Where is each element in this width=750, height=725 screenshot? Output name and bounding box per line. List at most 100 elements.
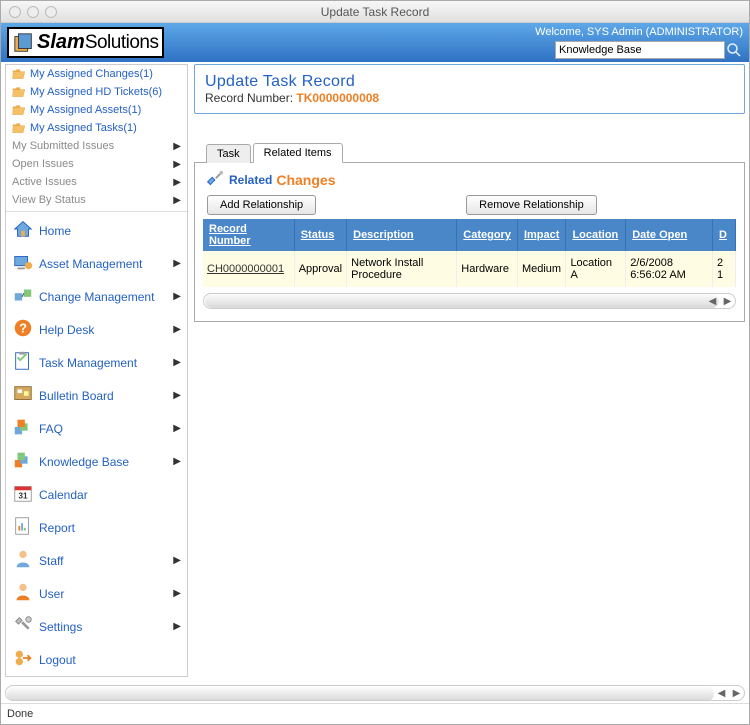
- column-header-date-open[interactable]: Date Open: [626, 219, 713, 251]
- minimize-window-button[interactable]: [27, 6, 39, 18]
- nav-faq[interactable]: FAQ▶: [6, 412, 187, 445]
- cell-location: Location A: [566, 251, 626, 287]
- cell-status: Approval: [294, 251, 346, 287]
- sidebar-sublink-2[interactable]: Active Issues▶: [6, 173, 187, 191]
- sidebar-quicklink-3[interactable]: My Assigned Tasks(1): [6, 119, 187, 137]
- related-table: Record NumberStatusDescriptionCategoryIm…: [203, 219, 736, 287]
- nav-asset-management[interactable]: Asset Management▶: [6, 247, 187, 280]
- nav-icon: [12, 251, 34, 276]
- nav-label: Task Management: [39, 356, 137, 370]
- cell-record-number[interactable]: CH0000000001: [203, 251, 294, 287]
- scroll-right-button[interactable]: ▶: [729, 686, 744, 700]
- nav-icon: [12, 515, 34, 540]
- sidebar-sublink-3[interactable]: View By Status ▶: [6, 191, 187, 209]
- nav-icon: [12, 284, 34, 309]
- scroll-left-button[interactable]: ◀: [714, 686, 729, 700]
- scroll-right-button[interactable]: ▶: [720, 294, 735, 308]
- column-header-d[interactable]: D: [713, 219, 736, 251]
- tabs: Task Related Items: [194, 142, 745, 163]
- chevron-right-icon: ▶: [173, 555, 181, 566]
- header-banner: SlamSolutions Welcome, SYS Admin (ADMINI…: [1, 23, 749, 62]
- body-area: My Assigned Changes(1) My Assigned HD Tic…: [1, 62, 749, 681]
- search-wrap: [555, 41, 743, 59]
- record-number-value: TK0000000008: [296, 91, 379, 105]
- column-header-status[interactable]: Status: [294, 219, 346, 251]
- nav-help-desk[interactable]: ?Help Desk▶: [6, 313, 187, 346]
- record-header-panel: Update Task Record Record Number: TK0000…: [194, 64, 745, 114]
- window-horizontal-scrollbar[interactable]: ◀ ▶: [5, 685, 745, 701]
- column-header-location[interactable]: Location: [566, 219, 626, 251]
- scrollbar-thumb[interactable]: [205, 294, 719, 308]
- titlebar: Update Task Record: [1, 1, 749, 23]
- table-horizontal-scrollbar[interactable]: ◀ ▶: [203, 293, 736, 309]
- nav-icon: [12, 647, 34, 672]
- sidebar-sublink-label: My Submitted Issues: [12, 140, 114, 152]
- nav-knowledge-base[interactable]: Knowledge Base▶: [6, 445, 187, 478]
- sidebar-sublink-0[interactable]: My Submitted Issues ▶: [6, 137, 187, 155]
- nav-label: User: [39, 587, 64, 601]
- nav-change-management[interactable]: Change Management ▶: [6, 280, 187, 313]
- nav-icon: ?: [12, 317, 34, 342]
- nav-calendar[interactable]: 31 Calendar: [6, 478, 187, 511]
- chevron-right-icon: ▶: [173, 195, 181, 206]
- column-header-impact[interactable]: Impact: [517, 219, 565, 251]
- logo-icon: [13, 32, 35, 54]
- chevron-right-icon: ▶: [173, 588, 181, 599]
- column-header-category[interactable]: Category: [457, 219, 518, 251]
- nav-label: Calendar: [39, 488, 88, 502]
- chevron-right-icon: ▶: [173, 390, 181, 401]
- chevron-right-icon: ▶: [173, 456, 181, 467]
- nav-label: Home: [39, 224, 71, 238]
- sidebar-quicklink-1[interactable]: My Assigned HD Tickets(6): [6, 83, 187, 101]
- sidebar-quicklink-2[interactable]: My Assigned Assets(1): [6, 101, 187, 119]
- nav-task-management[interactable]: Task Management▶: [6, 346, 187, 379]
- logo-text-sub: Solutions: [85, 32, 159, 54]
- nav-icon: [12, 416, 34, 441]
- window-controls: [9, 6, 57, 18]
- nav-label: Logout: [39, 653, 76, 667]
- chevron-right-icon: ▶: [173, 141, 181, 152]
- nav-report[interactable]: Report: [6, 511, 187, 544]
- scrollbar-thumb[interactable]: [7, 687, 714, 701]
- sidebar-sublink-label: View By Status: [12, 194, 86, 206]
- nav-home[interactable]: Home: [6, 214, 187, 247]
- search-icon[interactable]: [725, 41, 743, 59]
- cell-date-open: 2/6/2008 6:56:02 AM: [626, 251, 713, 287]
- table-row[interactable]: CH0000000001 Approval Network Install Pr…: [203, 251, 736, 287]
- search-input[interactable]: [555, 41, 725, 59]
- sidebar-quicklink-0[interactable]: My Assigned Changes(1): [6, 65, 187, 83]
- chevron-right-icon: ▶: [173, 159, 181, 170]
- sidebar-quicklink-label: My Assigned Changes(1): [30, 68, 153, 80]
- nav-icon: [12, 383, 34, 408]
- column-header-description[interactable]: Description: [347, 219, 457, 251]
- nav-label: Staff: [39, 554, 63, 568]
- logo-text-main: Slam: [37, 31, 85, 54]
- nav-label: Bulletin Board: [39, 389, 114, 403]
- tab-related-items[interactable]: Related Items: [253, 143, 343, 163]
- nav-icon: [12, 350, 34, 375]
- zoom-window-button[interactable]: [45, 6, 57, 18]
- close-window-button[interactable]: [9, 6, 21, 18]
- status-bar: Done: [1, 703, 749, 724]
- chevron-right-icon: ▶: [173, 291, 181, 302]
- nav-user[interactable]: User ▶: [6, 577, 187, 610]
- page-title: Update Task Record: [205, 73, 734, 91]
- column-header-record-number[interactable]: Record Number: [203, 219, 294, 251]
- scroll-left-button[interactable]: ◀: [705, 294, 720, 308]
- nav-label: Change Management: [39, 290, 154, 304]
- remove-relationship-button[interactable]: Remove Relationship: [466, 195, 597, 215]
- nav-staff[interactable]: Staff ▶: [6, 544, 187, 577]
- nav-label: Report: [39, 521, 75, 535]
- related-changes-label: Changes: [276, 172, 335, 188]
- tab-task[interactable]: Task: [206, 144, 251, 163]
- add-relationship-button[interactable]: Add Relationship: [207, 195, 316, 215]
- nav-settings[interactable]: Settings▶: [6, 610, 187, 643]
- nav-icon: 31: [12, 482, 34, 507]
- nav-logout[interactable]: Logout: [6, 643, 187, 676]
- sidebar-sublink-1[interactable]: Open Issues▶: [6, 155, 187, 173]
- nav-label: Asset Management: [39, 257, 142, 271]
- nav-bulletin-board[interactable]: Bulletin Board ▶: [6, 379, 187, 412]
- sidebar-quicklink-label: My Assigned Assets(1): [30, 104, 141, 116]
- nav-icon: [12, 581, 34, 606]
- relationship-buttons: Add Relationship Remove Relationship: [203, 195, 736, 215]
